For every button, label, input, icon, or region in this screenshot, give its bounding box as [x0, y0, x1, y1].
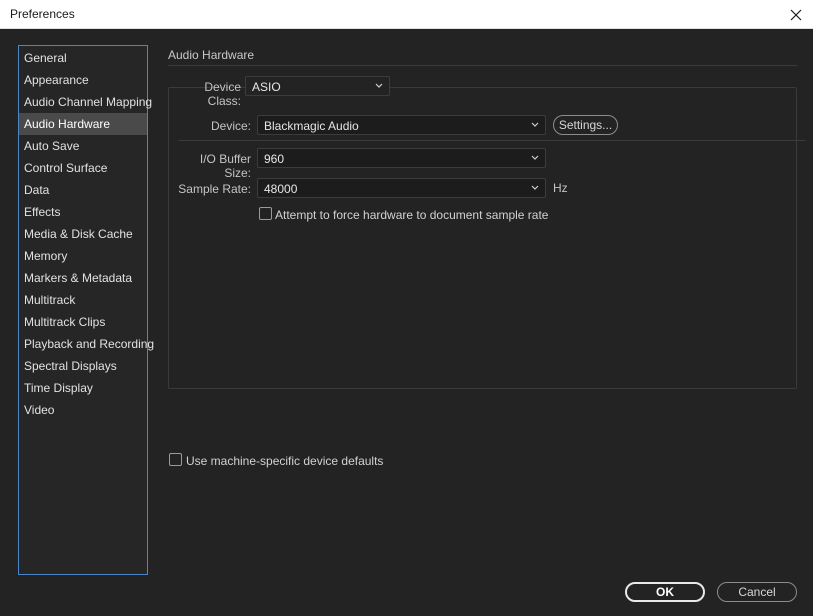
machine-defaults-checkbox[interactable]: [169, 453, 182, 466]
sidebar-item-markers-metadata[interactable]: Markers & Metadata: [19, 267, 147, 289]
title-bar: Preferences: [0, 0, 813, 29]
sidebar-item-spectral-displays[interactable]: Spectral Displays: [19, 355, 147, 377]
machine-defaults-label[interactable]: Use machine-specific device defaults: [186, 454, 383, 468]
force-sample-rate-checkbox[interactable]: [259, 207, 272, 220]
device-select[interactable]: Blackmagic Audio: [257, 115, 546, 135]
force-sample-rate-label[interactable]: Attempt to force hardware to document sa…: [275, 208, 548, 222]
settings-button[interactable]: Settings...: [553, 115, 618, 135]
sidebar-item-data[interactable]: Data: [19, 179, 147, 201]
sample-rate-value: 48000: [264, 182, 298, 196]
device-label: Device:: [210, 119, 251, 133]
sidebar-item-video[interactable]: Video: [19, 399, 147, 421]
device-class-label: Device Class:: [204, 80, 241, 108]
device-class-value: ASIO: [252, 80, 281, 94]
sidebar-item-time-display[interactable]: Time Display: [19, 377, 147, 399]
sidebar-item-auto-save[interactable]: Auto Save: [19, 135, 147, 157]
sample-rate-unit: Hz: [553, 181, 568, 195]
sidebar-item-multitrack[interactable]: Multitrack: [19, 289, 147, 311]
sidebar-item-media-disk-cache[interactable]: Media & Disk Cache: [19, 223, 147, 245]
chevron-down-icon: [531, 155, 539, 160]
dialog-body: General Appearance Audio Channel Mapping…: [0, 29, 813, 616]
section-divider: [168, 65, 797, 66]
ok-button[interactable]: OK: [625, 582, 705, 602]
preferences-category-list[interactable]: General Appearance Audio Channel Mapping…: [18, 45, 154, 575]
cancel-button[interactable]: Cancel: [717, 582, 797, 602]
buffer-size-select[interactable]: 960: [257, 148, 546, 168]
sidebar-item-general[interactable]: General: [19, 47, 147, 69]
section-title: Audio Hardware: [168, 48, 255, 62]
sidebar-item-multitrack-clips[interactable]: Multitrack Clips: [19, 311, 147, 333]
sample-rate-label: Sample Rate:: [178, 182, 251, 196]
chevron-down-icon: [531, 185, 539, 190]
close-icon: [790, 9, 802, 20]
sample-rate-select[interactable]: 48000: [257, 178, 546, 198]
sidebar-item-memory[interactable]: Memory: [19, 245, 147, 267]
window-title: Preferences: [10, 7, 75, 21]
buffer-size-value: 960: [264, 152, 285, 166]
device-value: Blackmagic Audio: [264, 119, 359, 133]
sidebar-item-control-surface[interactable]: Control Surface: [19, 157, 147, 179]
sidebar-item-audio-channel-mapping[interactable]: Audio Channel Mapping: [19, 91, 152, 113]
buffer-size-label: I/O Buffer Size:: [199, 152, 251, 180]
sidebar-item-audio-hardware[interactable]: Audio Hardware: [19, 113, 147, 135]
group-divider: [178, 140, 806, 141]
chevron-down-icon: [375, 83, 383, 88]
sidebar-item-effects[interactable]: Effects: [19, 201, 147, 223]
close-button[interactable]: [779, 0, 813, 29]
sidebar-item-appearance[interactable]: Appearance: [19, 69, 147, 91]
device-class-select[interactable]: ASIO: [245, 76, 390, 96]
category-list: General Appearance Audio Channel Mapping…: [19, 46, 154, 421]
chevron-down-icon: [531, 122, 539, 127]
sidebar-item-playback-recording[interactable]: Playback and Recording: [19, 333, 154, 355]
